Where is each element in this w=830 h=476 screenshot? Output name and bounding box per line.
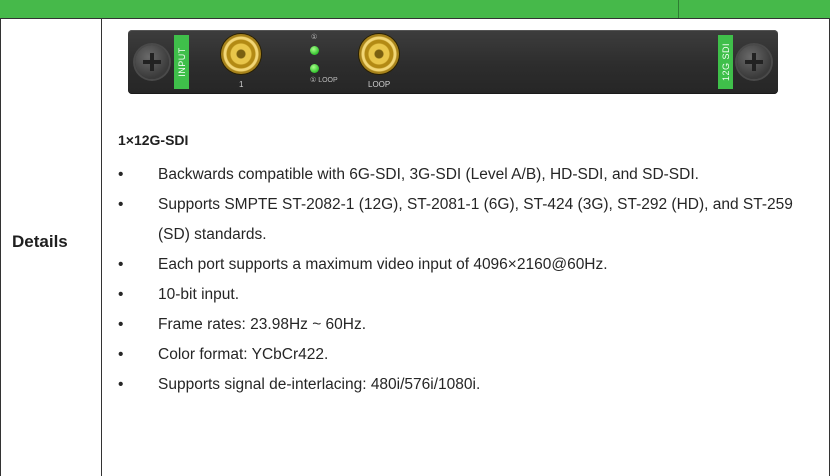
list-item: Supports signal de-interlacing: 480i/576… (118, 370, 808, 400)
row-label: Details (12, 232, 68, 251)
table-top-border (0, 18, 830, 19)
spec-list: Backwards compatible with 6G-SDI, 3G-SDI… (118, 160, 808, 400)
led-indicator-icon (310, 46, 319, 55)
screw-icon (135, 45, 169, 79)
led-1-label: ① (311, 34, 318, 41)
table-column-divider (101, 18, 102, 476)
output-tag-label: 12G SDI (720, 42, 731, 82)
table-header-bar (0, 0, 830, 18)
spec-heading: 1×12G-SDI (118, 132, 189, 148)
list-item: Backwards compatible with 6G-SDI, 3G-SDI… (118, 160, 808, 190)
bnc-connector-icon (221, 34, 261, 74)
table-left-border (0, 18, 1, 476)
output-tag: 12G SDI (718, 35, 733, 89)
header-divider (678, 0, 679, 18)
list-item: Frame rates: 23.98Hz ~ 60Hz. (118, 310, 808, 340)
screw-icon (737, 45, 771, 79)
list-item: Color format: YCbCr422. (118, 340, 808, 370)
loop-port-label: LOOP (368, 80, 391, 89)
list-item: 10-bit input. (118, 280, 808, 310)
led-indicator-icon (310, 64, 319, 73)
input-tag-label: INPUT (176, 47, 187, 77)
list-item: Supports SMPTE ST-2082-1 (12G), ST-2081-… (118, 190, 808, 250)
port-1-label: 1 (239, 80, 244, 89)
input-tag: INPUT (174, 35, 189, 89)
led-2-label: ① LOOP (310, 77, 338, 84)
list-item: Each port supports a maximum video input… (118, 250, 808, 280)
input-card-image: INPUT 12G SDI 1 ① ① LOOP LOOP (128, 30, 778, 94)
bnc-connector-icon (359, 34, 399, 74)
